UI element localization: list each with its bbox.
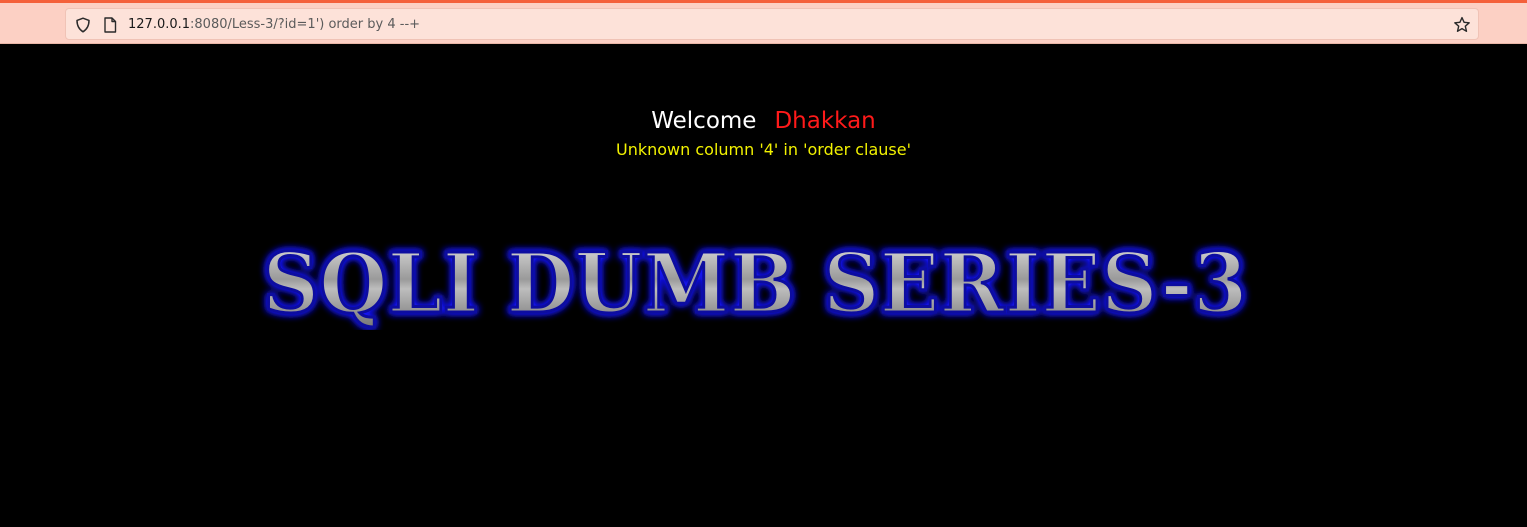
welcome-name: Dhakkan	[774, 108, 876, 134]
title-banner-text: SQLI DUMB SERIES-3	[263, 236, 1248, 330]
url-path: :8080/Less-3/?id=1') order by 4 --+	[190, 17, 421, 32]
error-message: Unknown column '4' in 'order clause'	[616, 140, 911, 159]
shield-icon[interactable]	[75, 17, 91, 33]
browser-toolbar: 127.0.0.1:8080/Less-3/?id=1') order by 4…	[0, 0, 1527, 44]
url-host: 127.0.0.1	[128, 17, 191, 32]
url-text[interactable]: 127.0.0.1:8080/Less-3/?id=1') order by 4…	[128, 16, 420, 34]
page-body: Welcome Dhakkan Unknown column '4' in 'or…	[0, 44, 1527, 527]
star-icon[interactable]	[1453, 16, 1471, 34]
welcome-line: Welcome Dhakkan	[0, 106, 1527, 136]
title-banner: SQLI DUMB SERIES-3	[261, 235, 1249, 331]
page-icon	[104, 17, 117, 33]
welcome-label: Welcome	[651, 108, 757, 134]
address-bar[interactable]: 127.0.0.1:8080/Less-3/?id=1') order by 4…	[65, 8, 1479, 40]
